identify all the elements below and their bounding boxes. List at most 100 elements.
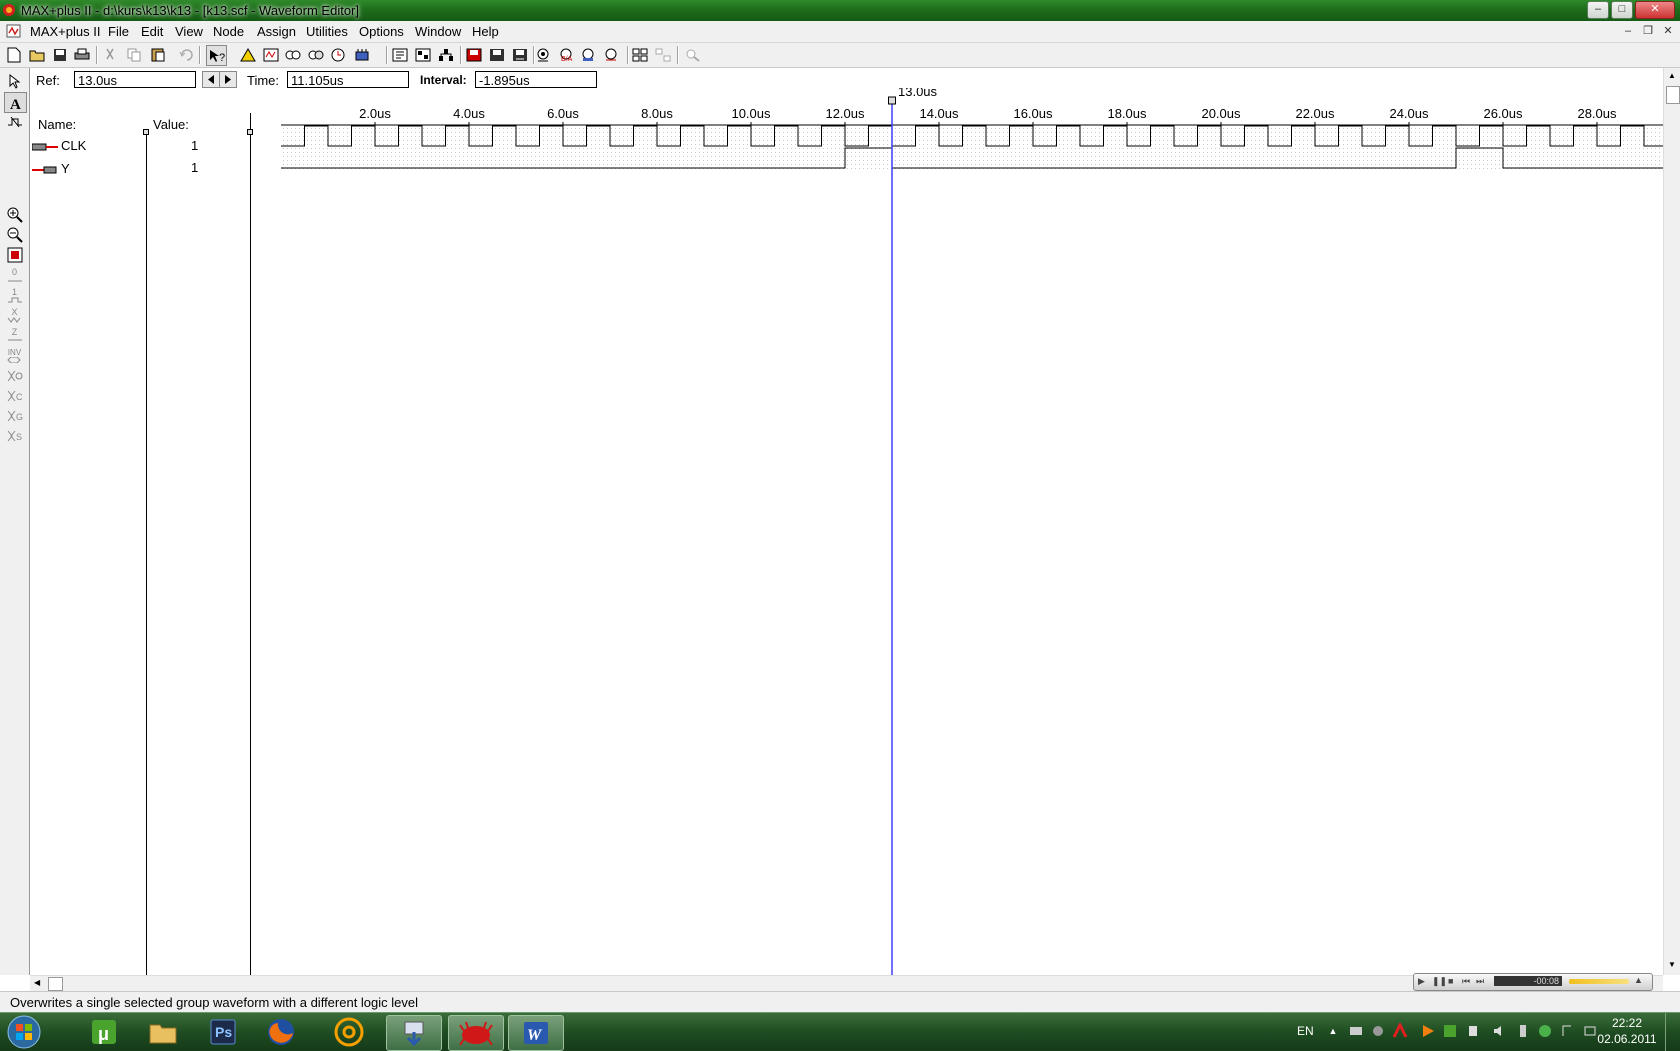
- zoom-fit-icon[interactable]: [683, 45, 702, 64]
- find-next-icon[interactable]: [601, 45, 620, 64]
- new-icon[interactable]: [4, 45, 23, 64]
- zoom-out-icon[interactable]: [4, 225, 25, 244]
- prev-track-icon[interactable]: ⏮: [1462, 976, 1470, 987]
- force-0-icon[interactable]: 0: [4, 266, 25, 285]
- menu-window[interactable]: Window: [415, 24, 461, 39]
- save-icon[interactable]: [50, 45, 69, 64]
- project-save-compile-icon[interactable]: [487, 45, 506, 64]
- settings-tray-icon[interactable]: [1370, 1023, 1386, 1039]
- close-icon[interactable]: ✕: [1635, 1, 1675, 19]
- mdi-restore-icon[interactable]: ❐: [1640, 24, 1656, 38]
- tile-icon[interactable]: [630, 45, 649, 64]
- text-tool-icon[interactable]: A: [4, 92, 27, 113]
- waveform-area[interactable]: 2.0us 4.0us 6.0us 8.0us 10.0us 12.0us 14.0us 16…: [251, 88, 1663, 975]
- open-node-icon[interactable]: [261, 45, 280, 64]
- message-icon[interactable]: [413, 45, 432, 64]
- copy-icon[interactable]: [124, 45, 143, 64]
- mdi-minimize-icon[interactable]: –: [1620, 24, 1636, 38]
- simulator-icon[interactable]: [306, 45, 325, 64]
- overwrite-group-icon[interactable]: G: [4, 406, 25, 425]
- waveform-editor[interactable]: Ref: 13.0us Time: 11.105us Interval: -1.…: [30, 68, 1663, 975]
- fit-in-window-icon[interactable]: [4, 245, 25, 264]
- force-1-icon[interactable]: 1: [4, 286, 25, 305]
- waveform-draw-tool-icon[interactable]: [4, 112, 25, 131]
- volume-slider[interactable]: [1569, 979, 1629, 984]
- menu-edit[interactable]: Edit: [141, 24, 163, 39]
- phone-tray-icon[interactable]: [1515, 1023, 1531, 1039]
- reference-cursor-handle[interactable]: [888, 96, 896, 105]
- maximize-icon[interactable]: □: [1611, 1, 1633, 19]
- menu-options[interactable]: Options: [359, 24, 404, 39]
- signal-row-y[interactable]: Y: [32, 160, 142, 180]
- scroll-down-icon[interactable]: ▼: [1668, 960, 1676, 969]
- mail-agent-icon[interactable]: [322, 1015, 376, 1049]
- messenger-tray-icon[interactable]: [1537, 1023, 1553, 1039]
- next-track-icon[interactable]: ⏭: [1476, 976, 1484, 987]
- mdi-close-icon[interactable]: ✕: [1660, 24, 1676, 38]
- show-desktop-button[interactable]: [1665, 1013, 1680, 1051]
- ref-field[interactable]: 13.0us: [74, 71, 196, 88]
- download-icon[interactable]: [386, 1015, 442, 1051]
- force-z-icon[interactable]: Z: [4, 326, 25, 345]
- utorrent-icon[interactable]: μ: [77, 1015, 131, 1049]
- menu-node[interactable]: Node: [213, 24, 244, 39]
- maxplus-app-icon[interactable]: [2, 3, 16, 17]
- project-save-check-icon[interactable]: [464, 45, 483, 64]
- minimize-icon[interactable]: –: [1587, 1, 1609, 19]
- menu-maxplus[interactable]: MAX+plus II: [30, 24, 100, 39]
- menu-utilities[interactable]: Utilities: [306, 24, 348, 39]
- antivirus-tray-icon[interactable]: [1392, 1023, 1408, 1039]
- zoom-in-icon[interactable]: [4, 205, 25, 224]
- selection-tool-icon[interactable]: [4, 72, 25, 91]
- explorer-icon[interactable]: [136, 1015, 190, 1049]
- programmer-icon[interactable]: [352, 45, 371, 64]
- start-icon[interactable]: [4, 1014, 44, 1050]
- menu-help[interactable]: Help: [472, 24, 499, 39]
- menu-assign[interactable]: Assign: [257, 24, 296, 39]
- find-node-icon[interactable]: [533, 45, 552, 64]
- overwrite-sequence-icon[interactable]: S: [4, 426, 25, 445]
- ref-next-button[interactable]: [219, 71, 237, 88]
- utorrent-tray-icon[interactable]: [1442, 1023, 1458, 1039]
- photoshop-icon[interactable]: Ps: [196, 1015, 250, 1049]
- clock-time[interactable]: 22:22: [1592, 1016, 1662, 1030]
- expand-icon[interactable]: ▲: [1634, 975, 1643, 985]
- scroll-left-icon[interactable]: ◀: [34, 978, 40, 987]
- column-resize-handle[interactable]: [143, 129, 149, 135]
- floorplan-icon[interactable]: [436, 45, 455, 64]
- menu-view[interactable]: View: [175, 24, 203, 39]
- compiler-icon[interactable]: [283, 45, 302, 64]
- open-icon[interactable]: [27, 45, 46, 64]
- maxplus-doc-icon[interactable]: [6, 24, 24, 39]
- hierarchy-up-icon[interactable]: [238, 45, 257, 64]
- project-save-simulate-icon[interactable]: [510, 45, 529, 64]
- paste-icon[interactable]: [148, 45, 167, 64]
- word-icon[interactable]: W: [508, 1015, 564, 1051]
- menu-file[interactable]: File: [108, 24, 129, 39]
- maxplus-task-icon[interactable]: [448, 1015, 504, 1051]
- scroll-up-icon[interactable]: ▲: [1668, 71, 1676, 80]
- network-tray-icon[interactable]: [1348, 1023, 1364, 1039]
- overwrite-clock-icon[interactable]: C: [4, 386, 25, 405]
- context-help-icon[interactable]: ?: [206, 45, 227, 66]
- volume-tray-icon[interactable]: [1492, 1023, 1508, 1039]
- find-clique-icon[interactable]: B/A: [556, 45, 575, 64]
- scroll-thumb[interactable]: [1666, 86, 1680, 104]
- invert-icon[interactable]: INV: [4, 346, 25, 365]
- force-x-icon[interactable]: X: [4, 306, 25, 325]
- vertical-scrollbar[interactable]: ▲ ▼: [1663, 68, 1680, 975]
- name-value-divider[interactable]: [146, 132, 147, 975]
- overwrite-count-icon[interactable]: [4, 366, 25, 385]
- ref-prev-button[interactable]: [202, 71, 220, 88]
- firefox-icon[interactable]: [254, 1015, 308, 1049]
- cascade-icon[interactable]: [653, 45, 672, 64]
- undo-icon[interactable]: [176, 45, 195, 64]
- show-hidden-icons-icon[interactable]: ▲: [1325, 1023, 1341, 1039]
- language-indicator[interactable]: EN: [1297, 1024, 1314, 1038]
- cut-icon[interactable]: [100, 45, 119, 64]
- play-icon[interactable]: ▶: [1418, 976, 1425, 987]
- horizontal-scrollbar[interactable]: ◀ ▶ ❚❚ ■ ⏮ ⏭ -00:08 ▲: [30, 973, 1663, 991]
- clock-date[interactable]: 02.06.2011: [1592, 1032, 1662, 1046]
- timing-icon[interactable]: [329, 45, 348, 64]
- report-icon[interactable]: [390, 45, 409, 64]
